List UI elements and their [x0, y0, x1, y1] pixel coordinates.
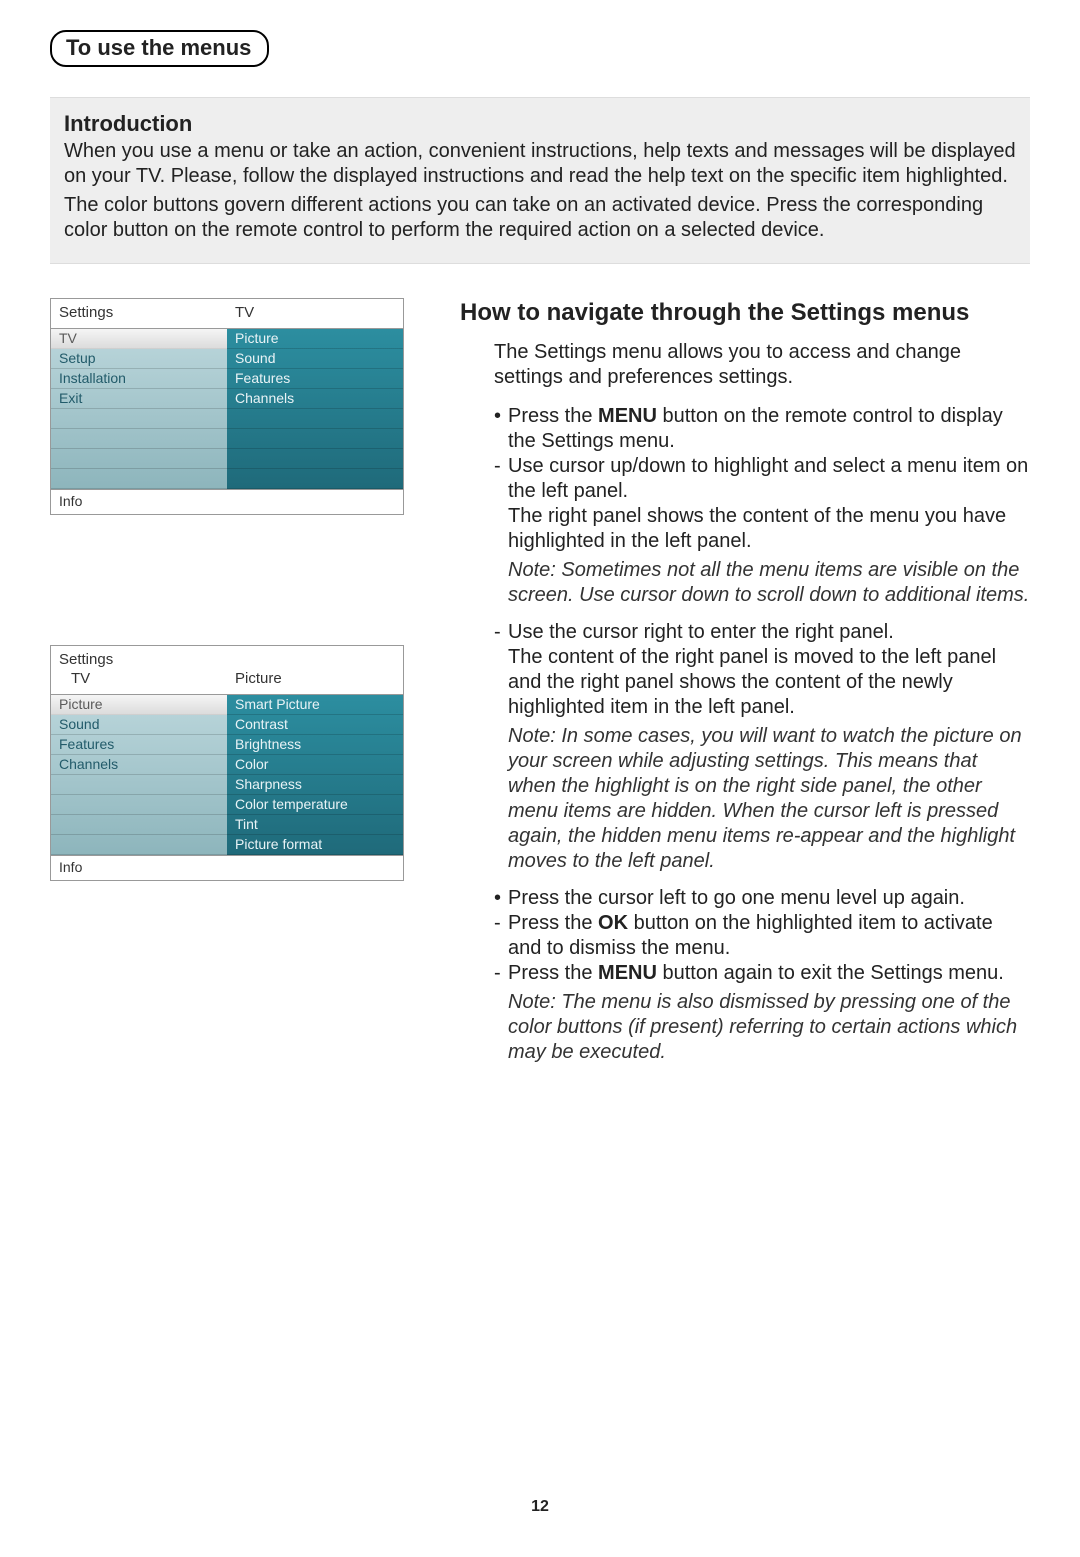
- dash-icon: -: [494, 620, 508, 645]
- step2-sub2: The content of the right panel is moved …: [508, 645, 1030, 720]
- menu2-right-item-picture-format: Picture format: [227, 835, 403, 855]
- menu2-footer: Info: [51, 855, 403, 881]
- menu2-subheader-left: TV: [51, 670, 227, 694]
- menu1-header-right: TV: [227, 299, 403, 328]
- menu2-left-blank: [51, 815, 227, 835]
- menu2-right-item-smart-picture: Smart Picture: [227, 695, 403, 715]
- menu2-left-item-picture: Picture: [51, 695, 227, 715]
- menu1-right-item-picture: Picture: [227, 329, 403, 349]
- bullet-icon: •: [494, 886, 508, 911]
- menu1-footer: Info: [51, 489, 403, 515]
- menu1-right-blank: [227, 449, 403, 469]
- menu1-right-item-features: Features: [227, 369, 403, 389]
- bullet-icon: •: [494, 404, 508, 429]
- menu1-header-left: Settings: [51, 299, 227, 328]
- menu2-left-blank: [51, 835, 227, 855]
- note-2: Note: In some cases, you will want to wa…: [508, 724, 1030, 874]
- step3-sub1: Press the OK button on the highlighted i…: [508, 911, 1030, 961]
- menu1-left-blank: [51, 469, 227, 489]
- how-to-navigate-heading: How to navigate through the Settings men…: [460, 298, 1030, 328]
- menu2-header-right: [227, 646, 403, 670]
- page-number: 12: [50, 1497, 1030, 1517]
- menu2-right-item-tint: Tint: [227, 815, 403, 835]
- menu2-subheader-right: Picture: [227, 670, 403, 694]
- settings-menu-screenshot-2: Settings TV Picture Picture Sound Featur…: [50, 645, 404, 881]
- step1-sub1: Use cursor up/down to highlight and sele…: [508, 454, 1030, 504]
- step1-sub2: The right panel shows the content of the…: [508, 504, 1030, 554]
- introduction-paragraph-2: The color buttons govern different actio…: [64, 193, 1016, 243]
- menu2-left-blank: [51, 775, 227, 795]
- menu1-left-item-exit: Exit: [51, 389, 227, 409]
- step3-sub2: Press the MENU button again to exit the …: [508, 961, 1030, 986]
- menu1-left-item-setup: Setup: [51, 349, 227, 369]
- menu2-left-item-features: Features: [51, 735, 227, 755]
- menu1-right-blank: [227, 429, 403, 449]
- menu2-left-item-channels: Channels: [51, 755, 227, 775]
- dash-icon: -: [494, 911, 508, 936]
- navigate-intro: The Settings menu allows you to access a…: [494, 340, 1030, 390]
- menu1-right-blank: [227, 469, 403, 489]
- menu2-left-item-sound: Sound: [51, 715, 227, 735]
- menu1-left-blank: [51, 409, 227, 429]
- menu1-left-item-installation: Installation: [51, 369, 227, 389]
- introduction-box: Introduction When you use a menu or take…: [50, 97, 1030, 265]
- menu1-left-blank: [51, 449, 227, 469]
- menu2-right-item-color-temperature: Color temperature: [227, 795, 403, 815]
- introduction-paragraph-1: When you use a menu or take an action, c…: [64, 139, 1016, 189]
- menu2-right-item-contrast: Contrast: [227, 715, 403, 735]
- note-1: Note: Sometimes not all the menu items a…: [508, 558, 1030, 608]
- step-cursor-left: Press the cursor left to go one menu lev…: [508, 886, 1030, 911]
- menu1-right-blank: [227, 409, 403, 429]
- section-pill: To use the menus: [50, 30, 269, 67]
- menu1-left-blank: [51, 429, 227, 449]
- note-3: Note: The menu is also dismissed by pres…: [508, 990, 1030, 1065]
- step-press-menu: Press the MENU button on the remote cont…: [508, 404, 1030, 454]
- introduction-heading: Introduction: [64, 110, 1016, 138]
- step2-sub1: Use the cursor right to enter the right …: [508, 620, 1030, 645]
- menu2-header-left: Settings: [51, 646, 227, 670]
- dash-icon: -: [494, 454, 508, 479]
- menu1-right-item-channels: Channels: [227, 389, 403, 409]
- dash-icon: -: [494, 961, 508, 986]
- menu1-right-item-sound: Sound: [227, 349, 403, 369]
- menu2-right-item-color: Color: [227, 755, 403, 775]
- menu2-right-item-sharpness: Sharpness: [227, 775, 403, 795]
- menu2-left-blank: [51, 795, 227, 815]
- settings-menu-screenshot-1: Settings TV TV Setup Installation Exit: [50, 298, 404, 515]
- menu2-right-item-brightness: Brightness: [227, 735, 403, 755]
- menu1-left-item-tv: TV: [51, 329, 227, 349]
